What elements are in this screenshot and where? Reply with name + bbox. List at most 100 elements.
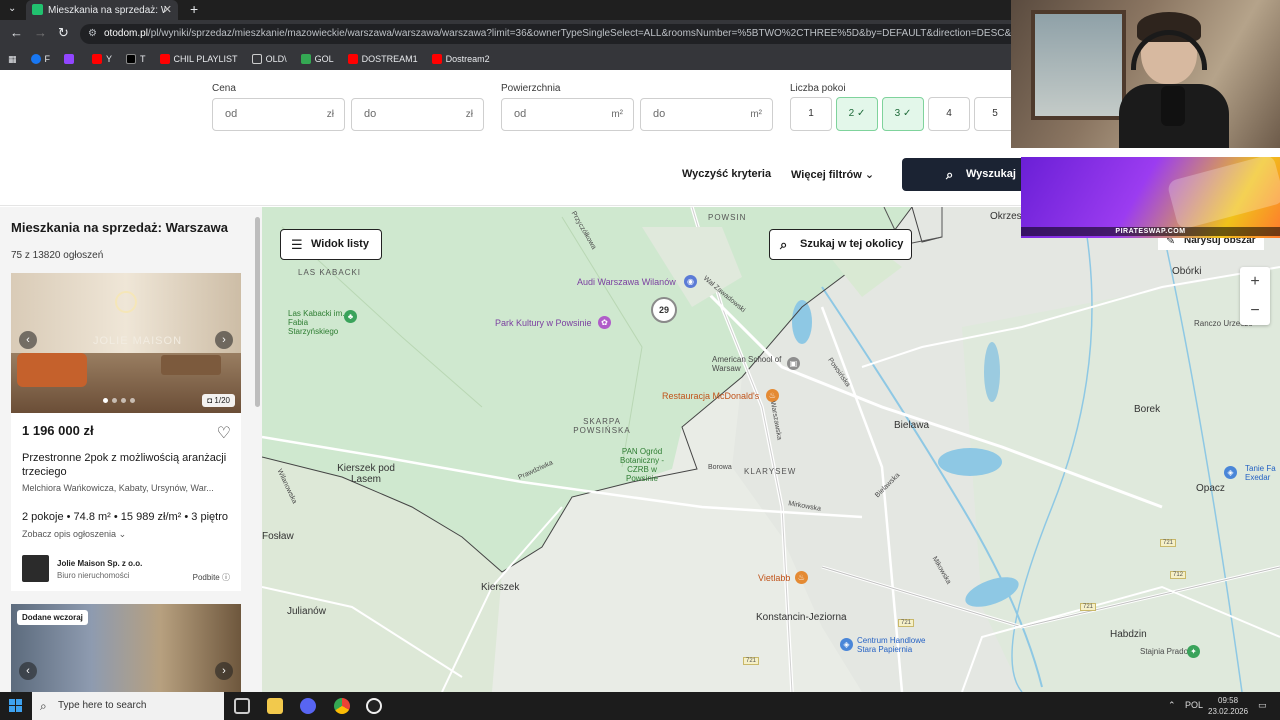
rooms-option-5[interactable]: 5 — [974, 97, 1016, 131]
listing-card[interactable]: Dodane wczoraj ‹ › — [11, 604, 241, 692]
car-dealer-pin-icon[interactable]: ◉ — [684, 275, 697, 288]
more-filters-button[interactable]: Więcej filtrów ⌄ — [791, 168, 874, 181]
rooms-option-2[interactable]: 2 ✓ — [836, 97, 878, 131]
apps-icon[interactable]: ▦ — [8, 54, 17, 65]
taskbar-search-input[interactable]: ⌕ Type here to search — [32, 692, 224, 720]
next-photo-icon[interactable]: › — [215, 662, 233, 680]
agency-logo — [22, 555, 49, 582]
agency-name: Jolie Maison Sp. z o.o. — [57, 559, 143, 568]
chrome-icon[interactable] — [334, 698, 350, 714]
bookmark-item[interactable]: CHIL PLAYLIST — [159, 54, 238, 64]
site-info-icon[interactable]: ⚙ — [88, 24, 97, 44]
photo-dots — [103, 398, 135, 403]
previous-photo-icon[interactable]: ‹ — [19, 331, 37, 349]
area-from-input[interactable]: od m² — [501, 98, 634, 131]
info-icon: ⓘ — [222, 573, 230, 582]
bookmark-item[interactable]: Y — [92, 54, 112, 64]
close-tab-icon[interactable]: ✕ — [163, 3, 172, 16]
map-label: Stajnia Prado — [1140, 647, 1189, 656]
listing-scrollbar[interactable] — [255, 217, 260, 407]
map-label: Kierszek pod Lasem — [337, 463, 395, 485]
shop-pin-icon[interactable]: ◈ — [1224, 466, 1237, 479]
clear-criteria-button[interactable]: Wyczyść kryteria — [682, 168, 771, 180]
discord-icon[interactable] — [300, 698, 316, 714]
notifications-icon[interactable]: ▭ — [1258, 700, 1267, 711]
tab-search-icon[interactable]: ⌄ — [8, 3, 16, 14]
folder-icon — [251, 54, 262, 64]
show-description-button[interactable]: Zobacz opis ogłoszenia ⌄ — [22, 529, 126, 540]
listings-cluster-marker[interactable]: 29 — [651, 297, 677, 323]
windows-start-icon[interactable] — [9, 699, 23, 713]
next-photo-icon[interactable]: › — [215, 331, 233, 349]
listing-title[interactable]: Przestronne 2pok z możliwością aranżacji… — [22, 451, 236, 479]
bookmark-item[interactable]: DOSTREAM1 — [347, 54, 418, 64]
previous-photo-icon[interactable]: ‹ — [19, 662, 37, 680]
tray-expand-icon[interactable]: ⌃ — [1168, 700, 1176, 711]
task-view-icon[interactable] — [234, 698, 250, 714]
listing-card[interactable]: JOLIE MAISON ‹ › ◘ 1/20 1 196 000 zł ♡ P… — [11, 273, 241, 591]
check-icon: ✓ — [856, 108, 866, 119]
bookmark-item[interactable] — [64, 54, 78, 64]
map-label: Borek — [1134, 404, 1161, 415]
check-icon: ✓ — [902, 108, 912, 119]
map-label: Okrzes — [990, 211, 1022, 222]
gol-icon — [300, 54, 311, 64]
url-host: otodom.pl — [104, 28, 148, 39]
listing-photo[interactable]: JOLIE MAISON ‹ › ◘ 1/20 — [11, 273, 241, 413]
road-number: 712 — [1170, 571, 1187, 579]
language-indicator[interactable]: POL — [1185, 700, 1203, 710]
twitch-icon — [64, 54, 75, 64]
ad-banner: PIRATESWAP.COM — [1021, 157, 1280, 238]
map-label: Obórki — [1172, 266, 1202, 277]
road-number: 721 — [1080, 603, 1097, 611]
map-label: LAS KABACKI — [298, 268, 362, 277]
map-label: KLARYSEW — [744, 467, 797, 476]
listing-price: 1 196 000 zł — [22, 423, 94, 438]
webcam-overlay — [1011, 0, 1280, 148]
obs-icon[interactable] — [366, 698, 382, 714]
stable-pin-icon[interactable]: ✦ — [1187, 645, 1200, 658]
bookmark-item[interactable]: Dostream2 — [431, 54, 490, 64]
browser-tab[interactable]: Mieszkania na sprzedaż: Warsz ✕ — [26, 0, 178, 20]
list-view-button[interactable]: ☰ Widok listy — [280, 229, 382, 260]
new-tab-icon[interactable]: + — [190, 1, 198, 17]
x-icon — [126, 54, 137, 64]
back-icon[interactable]: ← — [10, 25, 23, 40]
reload-icon[interactable]: ↻ — [58, 25, 69, 41]
shopping-pin-icon[interactable]: ◈ — [840, 638, 853, 651]
price-to-input[interactable]: do zł — [351, 98, 484, 131]
park-pin-icon[interactable]: ✿ — [598, 316, 611, 329]
zoom-out-icon[interactable]: − — [1240, 296, 1270, 325]
park-pin-icon[interactable]: ♣ — [344, 310, 357, 323]
file-explorer-icon[interactable] — [267, 698, 283, 714]
map-label: Fosław — [262, 531, 294, 542]
map-label: SKARPA POWSIŃSKA — [573, 417, 631, 435]
search-area-button[interactable]: ⌕ Szukaj w tej okolicy — [769, 229, 912, 260]
map-label: Centrum Handlowe Stara Papiernia — [857, 636, 926, 654]
rooms-option-1[interactable]: 1 — [790, 97, 832, 131]
forward-icon[interactable]: → — [34, 25, 47, 40]
rooms-option-4[interactable]: 4 — [928, 97, 970, 131]
zoom-in-icon[interactable]: + — [1240, 267, 1270, 296]
school-pin-icon[interactable]: ▣ — [787, 357, 800, 370]
price-from-input[interactable]: od zł — [212, 98, 345, 131]
search-button[interactable]: ⌕ Wyszukaj — [902, 158, 1032, 191]
map-label: Park Kultury w Powsinie — [495, 318, 592, 328]
road-number: 721 — [743, 657, 760, 665]
bookmark-item[interactable]: T — [126, 54, 146, 64]
url-field[interactable]: ⚙ otodom.pl/pl/wyniki/sprzedaz/mieszkani… — [80, 24, 1080, 44]
area-label: Powierzchnia — [501, 83, 561, 94]
bookmark-item[interactable]: F — [30, 54, 50, 64]
map-label: Bielawa — [894, 420, 930, 431]
favorite-heart-icon[interactable]: ♡ — [217, 423, 231, 443]
area-to-input[interactable]: do m² — [640, 98, 773, 131]
bookmark-item[interactable]: OLD\ — [251, 54, 287, 64]
restaurant-pin-icon[interactable]: ♨ — [795, 571, 808, 584]
search-icon: ⌕ — [780, 237, 788, 252]
map-view[interactable]: POWSIN LAS KABACKI Las Kabacki im. Fabia… — [262, 207, 1280, 692]
taskbar-clock[interactable]: 09:58 23.02.2026 — [1208, 695, 1248, 717]
bookmark-item[interactable]: GOL — [300, 54, 334, 64]
lamp-decoration — [115, 291, 137, 313]
listing-params: 2 pokoje • 74.8 m² • 15 989 zł/m² • 3 pi… — [22, 511, 228, 523]
rooms-option-3[interactable]: 3 ✓ — [882, 97, 924, 131]
